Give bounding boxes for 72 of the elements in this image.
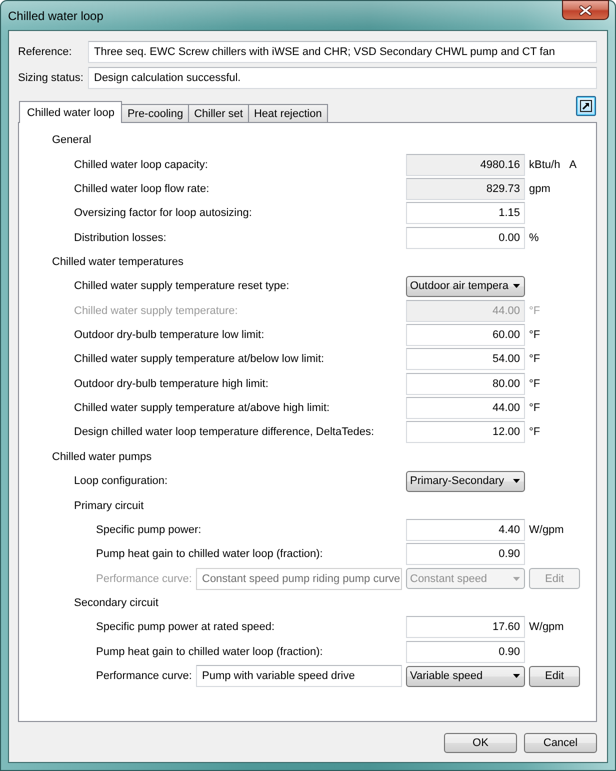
field-label: Specific pump power at rated speed:	[96, 621, 275, 634]
dropdown[interactable]: Outdoor air tempera	[406, 276, 525, 297]
field-label: Chilled water supply temperature:	[74, 304, 238, 317]
unit-label: °F	[529, 378, 540, 390]
subsection-heading: Primary circuit	[74, 500, 144, 512]
text-field[interactable]: Three seq. EWC Screw chillers with iWSE and CHR; VSD Secondary CHWL pump and CT fan	[88, 41, 597, 63]
caret-icon	[513, 674, 520, 678]
unit-label: °F	[529, 329, 540, 342]
field-label: Outdoor dry-bulb temperature high limit:	[74, 378, 268, 390]
unit-label: kBtu/h	[529, 158, 560, 171]
field-label: Sizing status:	[18, 72, 84, 84]
number-field[interactable]: 0.00	[406, 226, 525, 249]
close-icon	[579, 4, 592, 16]
tab[interactable]: Chilled water loop	[19, 101, 122, 123]
field-label: Outdoor dry-bulb temperature low limit:	[74, 329, 264, 342]
field-label: Pump heat gain to chilled water loop (fraction):	[96, 646, 323, 658]
dropdown[interactable]: Primary-Secondary	[406, 470, 525, 492]
section-heading: Chilled water pumps	[52, 450, 152, 463]
field-label: Loop configuration:	[74, 475, 168, 488]
number-field[interactable]: 80.00	[406, 372, 525, 395]
field-label: Performance curve:	[96, 572, 192, 585]
tab[interactable]: Heat rejection	[248, 104, 328, 122]
field-label: Chilled water supply temperature reset type:	[74, 280, 290, 292]
text-field[interactable]: Pump with variable speed drive	[196, 665, 402, 688]
field-label: Pump heat gain to chilled water loop (fraction):	[96, 548, 323, 560]
number-field[interactable]: 12.00	[406, 421, 525, 444]
number-field[interactable]: 44.00	[406, 397, 525, 420]
unit-label: gpm	[529, 182, 550, 195]
number-field[interactable]: 17.60	[406, 616, 525, 638]
field-label: Specific pump power:	[96, 524, 202, 536]
tab[interactable]: Chiller set	[188, 104, 249, 122]
section-heading: General	[52, 134, 92, 146]
caret-icon	[513, 576, 520, 581]
popout-button[interactable]	[576, 96, 596, 116]
number-field[interactable]: 60.00	[406, 324, 525, 346]
close-button[interactable]	[562, 0, 609, 20]
diagonal-arrow-icon	[580, 100, 592, 112]
section-heading: Chilled water temperatures	[52, 256, 184, 268]
number-field[interactable]: 4.40	[406, 518, 525, 541]
unit-label: W/gpm	[529, 621, 564, 634]
tab[interactable]: Pre-cooling	[121, 104, 190, 122]
number-field[interactable]: 0.90	[406, 543, 525, 566]
field-label: Performance curve:	[96, 670, 192, 682]
unit-label: °F	[529, 353, 540, 366]
caret-icon	[513, 284, 520, 288]
text-field[interactable]: Design calculation successful.	[88, 67, 597, 89]
caret-icon	[513, 479, 520, 484]
unit-label: W/gpm	[529, 524, 564, 536]
autosize-label: A	[569, 158, 577, 171]
number-field[interactable]: 54.00	[406, 348, 525, 370]
number-field[interactable]: 4980.16	[406, 154, 525, 176]
field-label: Chilled water supply temperature at/above high limit:	[74, 402, 330, 414]
dialog-button[interactable]: Cancel	[524, 733, 597, 753]
field-label: Reference:	[18, 46, 72, 58]
window-title: Chilled water loop	[8, 9, 104, 23]
field-label: Oversizing factor for loop autosizing:	[74, 207, 252, 220]
unit-label: °F	[529, 426, 540, 438]
unit-label: %	[529, 232, 539, 244]
dialog-button[interactable]: OK	[444, 733, 517, 753]
subsection-heading: Secondary circuit	[74, 597, 158, 609]
field-label: Chilled water loop capacity:	[74, 158, 208, 171]
number-field[interactable]: 0.90	[406, 640, 525, 663]
number-field[interactable]: 829.73	[406, 178, 525, 200]
edit-button[interactable]: Edit	[529, 666, 580, 687]
number-field[interactable]: 1.15	[406, 202, 525, 224]
field-label: Distribution losses:	[74, 232, 166, 244]
field-label: Design chilled water loop temperature difference, DeltaTedes:	[74, 426, 374, 438]
field-label: Chilled water loop flow rate:	[74, 182, 210, 195]
unit-label: °F	[529, 304, 540, 317]
field-label: Chilled water supply temperature at/below low limit:	[74, 353, 324, 366]
dropdown[interactable]: Variable speed	[406, 666, 525, 687]
unit-label: °F	[529, 402, 540, 414]
